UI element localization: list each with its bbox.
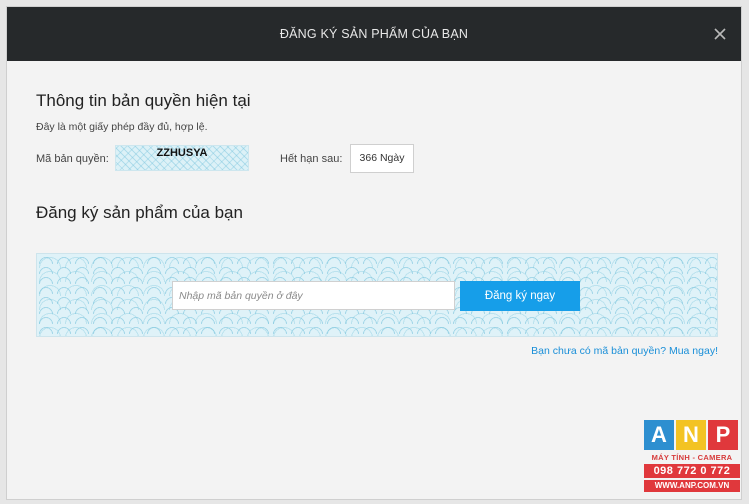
register-heading: Đăng ký sản phẩm của bạn — [36, 203, 243, 222]
register-now-button[interactable]: Đăng ký ngay — [460, 281, 580, 311]
license-code-input[interactable] — [172, 281, 455, 310]
logo-letter-p: P — [708, 420, 738, 450]
dialog-titlebar: ĐĂNG KÝ SẢN PHẨM CỦA BẠN — [7, 7, 741, 61]
logo-letter-n: N — [676, 420, 706, 450]
current-license-heading: Thông tin bản quyền hiện tại — [36, 91, 251, 110]
close-icon[interactable] — [711, 25, 729, 43]
logo-website: WWW.ANP.COM.VN — [644, 480, 740, 492]
register-dialog: ĐĂNG KÝ SẢN PHẨM CỦA BẠN Thông tin bản q… — [6, 6, 742, 500]
license-key-value: ZZHUSYA — [115, 145, 249, 171]
anp-watermark-logo: A N P MÁY TÍNH - CAMERA 098 772 0 772 WW… — [644, 420, 740, 494]
logo-tagline: MÁY TÍNH - CAMERA — [651, 453, 733, 462]
expiry-value: 366 Ngày — [350, 144, 414, 173]
license-description: Đây là một giấy phép đầy đủ, hợp lệ. — [36, 121, 208, 133]
logo-phone: 098 772 0 772 — [644, 464, 740, 478]
expiry-label: Hết hạn sau: — [280, 153, 343, 165]
license-key-label: Mã bản quyền: — [36, 153, 109, 165]
buy-now-link[interactable]: Bạn chưa có mã bản quyền? Mua ngay! — [531, 345, 718, 357]
logo-letter-a: A — [644, 420, 674, 450]
dialog-title: ĐĂNG KÝ SẢN PHẨM CỦA BẠN — [279, 27, 469, 41]
